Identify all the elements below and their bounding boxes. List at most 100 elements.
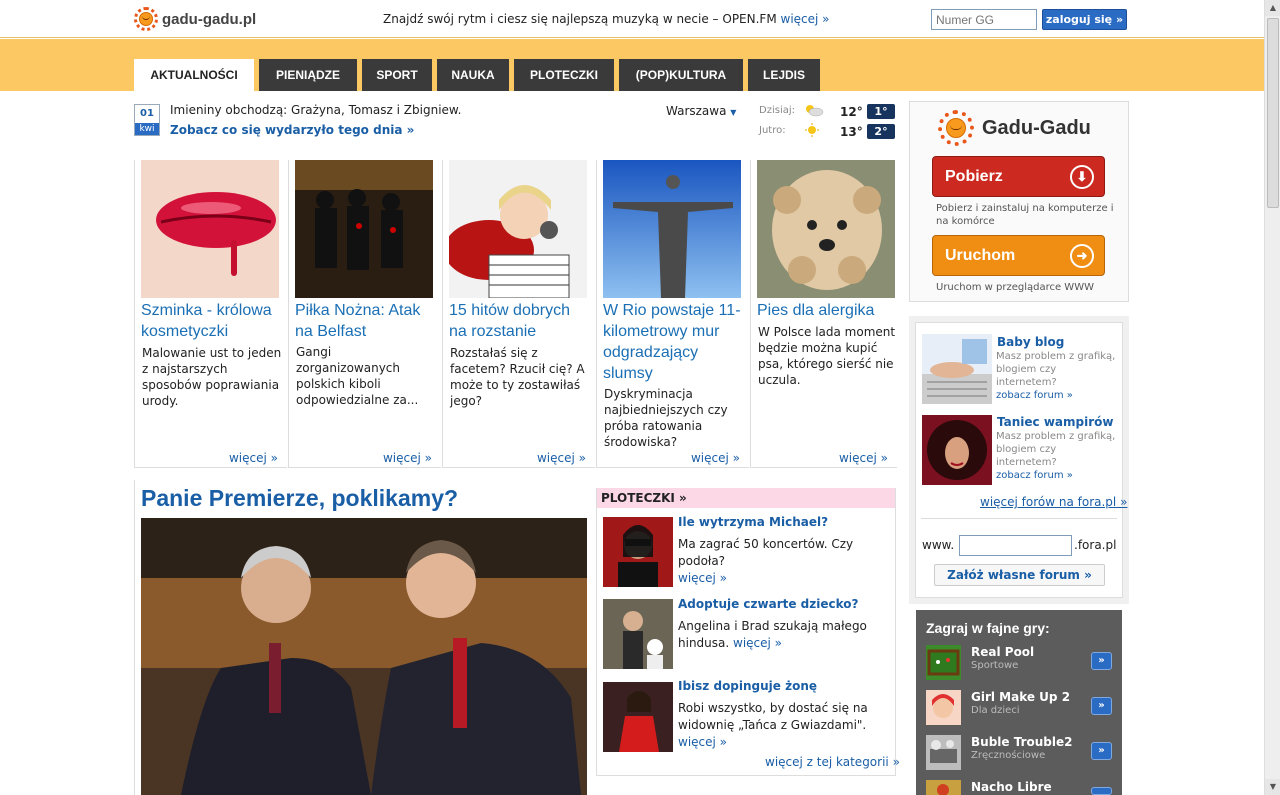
forum-name-input[interactable] bbox=[959, 535, 1072, 556]
city-name: Warszawa bbox=[666, 104, 727, 118]
card-title[interactable]: Pies dla alergika bbox=[757, 300, 899, 321]
sunny-icon bbox=[805, 123, 819, 137]
game-name[interactable]: Nacho Libre bbox=[971, 780, 1052, 794]
gossip-more-link[interactable]: więcej » bbox=[733, 636, 782, 650]
gossip-category-more-link[interactable]: więcej z tej kategorii » bbox=[765, 755, 900, 769]
city-select[interactable]: Warszawa ▼ bbox=[666, 104, 736, 118]
gossip-title[interactable]: Ibisz dopinguje żonę bbox=[678, 679, 817, 693]
news-card[interactable]: Pies dla alergika W Polsce lada moment b… bbox=[750, 160, 897, 468]
card-more-link[interactable]: więcej » bbox=[383, 451, 432, 465]
forum-title[interactable]: Baby blog bbox=[997, 335, 1064, 349]
games-title: Zagraj w fajne gry: bbox=[926, 620, 1050, 636]
today-temp: 12° bbox=[840, 105, 863, 119]
dog-photo[interactable] bbox=[757, 160, 895, 298]
arrow-right-icon: ➜ bbox=[1070, 244, 1094, 268]
scroll-down-icon[interactable]: ▼ bbox=[1265, 779, 1280, 795]
card-more-link[interactable]: więcej » bbox=[229, 451, 278, 465]
angelina-photo[interactable] bbox=[603, 599, 673, 669]
gg-number-input[interactable] bbox=[931, 9, 1037, 30]
news-card[interactable]: 15 hitów dobrych na rozstanie Rozstałaś … bbox=[442, 160, 595, 468]
lips-photo[interactable] bbox=[141, 160, 279, 298]
download-label: Pobierz bbox=[945, 168, 1003, 185]
game-name[interactable]: Real Pool bbox=[971, 645, 1034, 659]
create-forum-button[interactable]: Załóż własne forum » bbox=[934, 564, 1105, 586]
tab-ploteczki[interactable]: PLOTECZKI bbox=[514, 59, 614, 91]
promo-more-link[interactable]: więcej » bbox=[781, 12, 830, 26]
gossip-title[interactable]: Ile wytrzyma Michael? bbox=[678, 515, 828, 529]
forum-link[interactable]: zobacz forum » bbox=[996, 470, 1073, 481]
play-arrow-icon[interactable]: » bbox=[1091, 697, 1112, 715]
news-card[interactable]: Piłka Nożna: Atak na Belfast Gangi zorga… bbox=[288, 160, 441, 468]
gossip-more-link[interactable]: więcej » bbox=[678, 735, 727, 749]
baby-blog-photo[interactable] bbox=[922, 334, 992, 404]
tab-aktualnosci[interactable]: AKTUALNOŚCI bbox=[134, 59, 254, 91]
buble-trouble-thumb[interactable] bbox=[926, 735, 961, 770]
gossip-title[interactable]: Adoptuje czwarte dziecko? bbox=[678, 597, 858, 611]
tomorrow-temp: 13° bbox=[840, 125, 863, 139]
card-more-link[interactable]: więcej » bbox=[537, 451, 586, 465]
play-arrow-icon[interactable]: » bbox=[1091, 652, 1112, 670]
hooligans-photo[interactable] bbox=[295, 160, 433, 298]
scroll-thumb[interactable] bbox=[1267, 18, 1279, 208]
card-title[interactable]: Piłka Nożna: Atak na Belfast bbox=[295, 300, 437, 342]
www-label: www. bbox=[922, 538, 955, 552]
gossip-desc: Ma zagrać 50 koncertów. Czy podoła? więce… bbox=[678, 536, 896, 587]
girl-makeup-thumb[interactable] bbox=[926, 690, 961, 725]
divider bbox=[134, 480, 135, 795]
gossip-header[interactable]: PLOTECZKI » bbox=[597, 488, 895, 508]
gadu-gadu-logo: Gadu-Gadu bbox=[938, 110, 1091, 146]
forum-desc: Masz problem z grafiką, blogiem czy inte… bbox=[996, 350, 1116, 402]
page-scrollbar[interactable]: ▲ ▼ bbox=[1264, 0, 1280, 795]
login-button[interactable]: zaloguj się » bbox=[1042, 9, 1127, 30]
tab-popkultura[interactable]: (POP)KULTURA bbox=[619, 59, 743, 91]
card-title[interactable]: 15 hitów dobrych na rozstanie bbox=[449, 300, 591, 342]
forum-desc-text: Masz problem z grafiką, blogiem czy inte… bbox=[996, 431, 1116, 468]
download-note: Pobierz i zainstaluj na komputerze i na … bbox=[936, 203, 1114, 227]
card-desc: Gangi zorganizowanych polskich kiboli od… bbox=[296, 345, 419, 407]
forum-desc: Masz problem z grafiką, blogiem czy inte… bbox=[996, 430, 1116, 482]
game-name[interactable]: Girl Make Up 2 bbox=[971, 690, 1070, 704]
vampire-dance-photo[interactable] bbox=[922, 415, 992, 485]
divider bbox=[921, 518, 1117, 519]
tab-nauka[interactable]: NAUKA bbox=[437, 59, 509, 91]
day-history-link[interactable]: Zobacz co się wydarzyło tego dnia » bbox=[170, 123, 414, 137]
politicians-photo[interactable] bbox=[141, 518, 587, 795]
news-card[interactable]: W Rio powstaje 11-kilometrowy mur odgrad… bbox=[596, 160, 749, 468]
more-forums-link[interactable]: więcej forów na fora.pl » bbox=[980, 495, 1127, 509]
game-name[interactable]: Buble Trouble2 bbox=[971, 735, 1072, 749]
run-button[interactable]: Uruchom ➜ bbox=[932, 235, 1105, 276]
main-story-title[interactable]: Panie Premierze, poklikamy? bbox=[141, 485, 458, 512]
play-arrow-icon[interactable] bbox=[1091, 787, 1112, 795]
tab-pieniadze[interactable]: PIENIĄDZE bbox=[259, 59, 357, 91]
gossip-more-link[interactable]: więcej » bbox=[678, 571, 727, 585]
card-title[interactable]: W Rio powstaje 11-kilometrowy mur odgrad… bbox=[603, 300, 745, 384]
dropdown-caret-icon: ▼ bbox=[730, 108, 737, 117]
michael-photo[interactable] bbox=[603, 517, 673, 587]
gossip-desc: Angelina i Brad szukają małego hindusa. … bbox=[678, 618, 896, 652]
nacho-libre-thumb[interactable] bbox=[926, 780, 961, 795]
forum-title[interactable]: Taniec wampirów bbox=[997, 415, 1113, 429]
download-button[interactable]: Pobierz ⬇ bbox=[932, 156, 1105, 197]
woman-headphones-photo[interactable] bbox=[449, 160, 587, 298]
real-pool-thumb[interactable] bbox=[926, 645, 961, 680]
site-logo[interactable]: gadu-gadu.pl bbox=[134, 7, 256, 31]
card-title[interactable]: Szminka - królowa kosmetyczki bbox=[141, 300, 283, 342]
christ-redeemer-photo[interactable] bbox=[603, 160, 741, 298]
partly-cloudy-icon bbox=[806, 105, 824, 117]
tab-lejdis[interactable]: LEJDIS bbox=[748, 59, 820, 91]
calendar-icon: 01 kwi bbox=[134, 104, 160, 136]
news-card[interactable]: Szminka - królowa kosmetyczki Malowanie … bbox=[134, 160, 287, 468]
tomorrow-night-temp: 2° bbox=[867, 124, 895, 139]
ibisz-photo[interactable] bbox=[603, 682, 673, 752]
forum-desc-text: Masz problem z grafiką, blogiem czy inte… bbox=[996, 351, 1116, 388]
tab-sport[interactable]: SPORT bbox=[362, 59, 432, 91]
app-title: Gadu-Gadu bbox=[982, 116, 1091, 139]
card-more-link[interactable]: więcej » bbox=[839, 451, 888, 465]
game-category: Sportowe bbox=[971, 660, 1019, 671]
forum-link[interactable]: zobacz forum » bbox=[996, 390, 1073, 401]
gossip-desc-text: Robi wszystko, by dostać się na widownię… bbox=[678, 701, 868, 732]
scroll-up-icon[interactable]: ▲ bbox=[1265, 0, 1280, 16]
card-more-link[interactable]: więcej » bbox=[691, 451, 740, 465]
card-desc: Rozstałaś się z facetem? Rzucił cię? A m… bbox=[450, 346, 585, 408]
play-arrow-icon[interactable]: » bbox=[1091, 742, 1112, 760]
